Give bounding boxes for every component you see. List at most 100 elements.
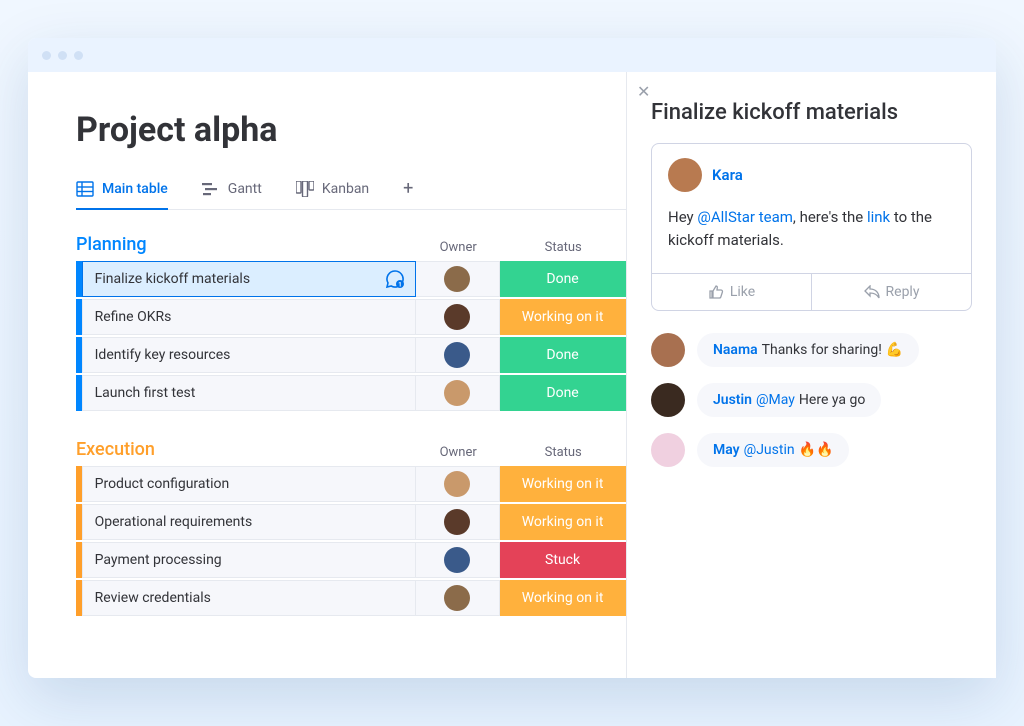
group-planning: Planning Owner Status Finalize kickoff m… [76, 234, 626, 411]
row-name-text: Payment processing [95, 552, 222, 568]
close-icon[interactable]: ✕ [637, 82, 650, 101]
row-status-cell[interactable]: Working on it [500, 299, 626, 335]
window-dot [58, 51, 67, 60]
row-name-text: Operational requirements [95, 514, 253, 530]
avatar [444, 547, 470, 573]
status-label: Done [546, 271, 578, 287]
avatar [444, 304, 470, 330]
table-row: Refine OKRs Working on it [76, 299, 626, 335]
emoji-fire: 🔥🔥 [799, 442, 834, 458]
chat-icon[interactable]: 1 [385, 269, 405, 289]
tab-kanban[interactable]: Kanban [296, 180, 369, 210]
avatar [668, 158, 702, 192]
avatar [651, 333, 685, 367]
row-status-cell[interactable]: Working on it [500, 504, 626, 540]
row-name-cell[interactable]: Refine OKRs [82, 299, 416, 335]
status-label: Done [546, 347, 578, 363]
page-title: Project alpha [76, 110, 626, 150]
row-name-text: Product configuration [95, 476, 230, 492]
mention[interactable]: @May [756, 392, 795, 408]
table-row: Identify key resources Done [76, 337, 626, 373]
avatar [444, 380, 470, 406]
row-name-text: Launch first test [95, 385, 196, 401]
comment-body: Kara Hey @AllStar team, here's the link … [652, 144, 971, 273]
row-owner-cell[interactable] [416, 580, 501, 616]
tab-gantt[interactable]: Gantt [202, 180, 262, 210]
row-owner-cell[interactable] [416, 504, 501, 540]
row-owner-cell[interactable] [416, 337, 501, 373]
row-status-cell[interactable]: Done [500, 337, 626, 373]
column-header-status: Status [500, 240, 626, 255]
row-status-cell[interactable]: Working on it [500, 580, 626, 616]
reply-bubble[interactable]: May @Justin 🔥🔥 [697, 433, 849, 467]
tab-main-table[interactable]: Main table [76, 180, 168, 210]
row-status-cell[interactable]: Stuck [500, 542, 626, 578]
reply-author: Justin [713, 392, 752, 408]
row-name-cell[interactable]: Finalize kickoff materials 1 [82, 261, 416, 297]
emoji-flex: 💪 [886, 342, 903, 358]
like-button[interactable]: Like [652, 274, 812, 310]
row-name-cell[interactable]: Product configuration [82, 466, 416, 502]
row-name-cell[interactable]: Launch first test [82, 375, 416, 411]
status-label: Working on it [522, 590, 604, 606]
avatar [444, 471, 470, 497]
reply-row: Naama Thanks for sharing! 💪 [651, 333, 972, 367]
row-name-text: Refine OKRs [95, 309, 172, 325]
view-tabs: Main table Gantt Kanban + [76, 178, 626, 210]
mention[interactable]: @AllStar team [697, 208, 793, 226]
avatar [444, 342, 470, 368]
comment-author[interactable]: Kara [712, 166, 743, 184]
row-status-cell[interactable]: Done [500, 261, 626, 297]
main-panel: Project alpha Main table Gantt [28, 72, 626, 678]
reply-author: Naama [713, 342, 758, 358]
status-label: Stuck [545, 552, 580, 568]
row-status-cell[interactable]: Working on it [500, 466, 626, 502]
tab-label: Main table [102, 181, 168, 197]
row-owner-cell[interactable] [416, 542, 501, 578]
status-label: Working on it [522, 514, 604, 530]
column-header-owner: Owner [416, 445, 500, 460]
avatar [444, 509, 470, 535]
table-row: Finalize kickoff materials 1 Done [76, 261, 626, 297]
row-name-cell[interactable]: Operational requirements [82, 504, 416, 540]
link[interactable]: link [867, 208, 890, 226]
group-title[interactable]: Execution [76, 439, 416, 460]
window-dot [74, 51, 83, 60]
reply-button[interactable]: Reply [812, 274, 971, 310]
browser-window: Project alpha Main table Gantt [28, 38, 996, 678]
add-view-button[interactable]: + [403, 178, 413, 209]
row-status-cell[interactable]: Done [500, 375, 626, 411]
table-row: Launch first test Done [76, 375, 626, 411]
row-name-cell[interactable]: Review credentials [82, 580, 416, 616]
reply-author: May [713, 442, 740, 458]
comment-text: Hey @AllStar team, here's the link to th… [668, 206, 955, 251]
row-owner-cell[interactable] [416, 261, 501, 297]
column-header-owner: Owner [416, 240, 500, 255]
table-row: Operational requirements Working on it [76, 504, 626, 540]
item-details-panel: ✕ Finalize kickoff materials Kara Hey @A… [626, 72, 996, 678]
row-name-cell[interactable]: Identify key resources [82, 337, 416, 373]
row-name-text: Review credentials [95, 590, 211, 606]
row-name-cell[interactable]: Payment processing [82, 542, 416, 578]
item-title: Finalize kickoff materials [651, 100, 972, 125]
reply-bubble[interactable]: Naama Thanks for sharing! 💪 [697, 333, 919, 367]
row-owner-cell[interactable] [416, 466, 501, 502]
reply-bubble[interactable]: Justin @May Here ya go [697, 383, 881, 417]
group-header: Execution Owner Status [76, 439, 626, 460]
window-dot [42, 51, 51, 60]
svg-text:1: 1 [398, 282, 401, 289]
avatar [651, 433, 685, 467]
reply-text: Here ya go [799, 392, 865, 408]
workspace: Project alpha Main table Gantt [28, 72, 996, 678]
group-rows: Finalize kickoff materials 1 Done Refine… [76, 261, 626, 411]
table-icon [76, 180, 94, 198]
reply-row: May @Justin 🔥🔥 [651, 433, 972, 467]
avatar [651, 383, 685, 417]
comment-actions: Like Reply [652, 273, 971, 310]
group-header: Planning Owner Status [76, 234, 626, 255]
mention[interactable]: @Justin [744, 442, 795, 458]
row-owner-cell[interactable] [416, 299, 501, 335]
row-owner-cell[interactable] [416, 375, 501, 411]
group-title[interactable]: Planning [76, 234, 416, 255]
reply-text: Thanks for sharing! [762, 342, 882, 358]
